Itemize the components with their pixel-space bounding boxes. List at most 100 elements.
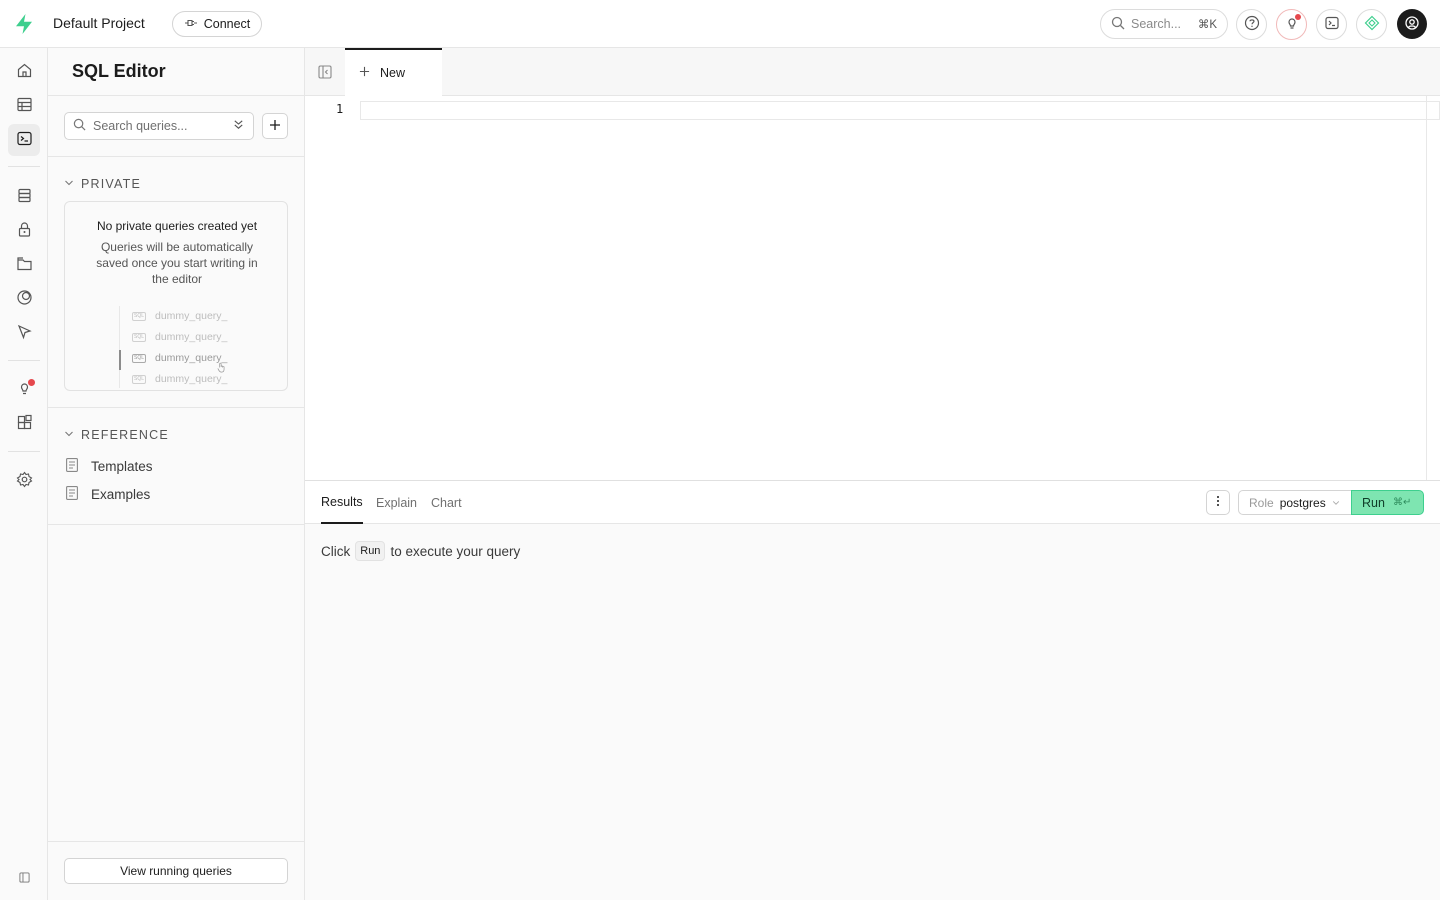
- reference-item-templates[interactable]: Templates: [66, 458, 153, 475]
- hand-cursor-icon: [216, 361, 227, 376]
- supabase-logo-icon[interactable]: [14, 13, 34, 35]
- user-avatar[interactable]: [1397, 9, 1427, 39]
- sql-terminal-button[interactable]: [1316, 9, 1347, 40]
- sidebar-divider: [48, 524, 304, 525]
- role-label: Role: [1249, 495, 1274, 510]
- reference-item-examples[interactable]: Examples: [66, 486, 150, 503]
- plus-icon: [269, 119, 281, 134]
- global-search[interactable]: Search... ⌘K: [1100, 9, 1228, 39]
- home-icon: [16, 62, 33, 82]
- list-item: SQL dummy_query_: [132, 310, 228, 322]
- sidebar-divider: [48, 841, 304, 842]
- editor-tab-bar: New: [305, 48, 1440, 96]
- tab-chart[interactable]: Chart: [431, 481, 462, 524]
- tab-results[interactable]: Results: [321, 481, 363, 524]
- chevron-down-icon: [64, 177, 74, 191]
- nav-database[interactable]: [8, 181, 40, 213]
- add-query-button[interactable]: [262, 113, 288, 139]
- sidebar-title: SQL Editor: [72, 61, 166, 81]
- current-line-highlight[interactable]: [360, 101, 1440, 120]
- chevron-down-icon: [64, 428, 74, 442]
- private-section-label: PRIVATE: [81, 177, 142, 191]
- nav-authentication[interactable]: [8, 215, 40, 247]
- nav-settings[interactable]: [8, 465, 40, 497]
- plug-icon: [184, 16, 198, 33]
- sql-file-icon: SQL: [132, 353, 146, 363]
- chevron-down-icon: [1332, 496, 1340, 510]
- plus-icon: [359, 66, 370, 80]
- role-select[interactable]: Role postgres: [1238, 490, 1352, 515]
- user-icon: [1404, 15, 1420, 34]
- top-bar: Default Project Connect Search... ⌘K: [0, 0, 1440, 48]
- sidebar-divider: [48, 407, 304, 408]
- sql-code-editor[interactable]: 1: [305, 96, 1440, 480]
- results-toolbar: Results Explain Chart Role postgres Run …: [305, 480, 1440, 524]
- assistant-button[interactable]: [1356, 9, 1387, 40]
- run-hint: Click Run to execute your query: [321, 541, 520, 561]
- editor-scrollbar[interactable]: [1426, 96, 1427, 480]
- tab-explain[interactable]: Explain: [376, 481, 417, 524]
- private-section-toggle[interactable]: PRIVATE: [64, 177, 141, 191]
- integrations-icon: [16, 414, 33, 434]
- nav-collapse-toggle[interactable]: [8, 863, 40, 895]
- run-label: Run: [1362, 495, 1385, 510]
- toggle-sidebar-icon[interactable]: [317, 64, 333, 80]
- search-placeholder: Search...: [1131, 17, 1182, 31]
- tab-new[interactable]: New: [345, 48, 442, 96]
- nav-storage[interactable]: [8, 249, 40, 281]
- storage-icon: [16, 255, 33, 275]
- dummy-selection-bar: [119, 350, 121, 370]
- search-icon: [73, 118, 86, 134]
- results-panel: Click Run to execute your query: [305, 524, 1440, 900]
- sql-file-icon: SQL: [132, 311, 146, 321]
- nav-advisors[interactable]: [8, 374, 40, 406]
- project-name[interactable]: Default Project: [53, 15, 145, 31]
- help-button[interactable]: [1236, 9, 1267, 40]
- role-value: postgres: [1279, 495, 1326, 510]
- nav-edge-functions[interactable]: [8, 317, 40, 349]
- search-shortcut: ⌘K: [1197, 19, 1217, 31]
- list-item: SQL dummy_query_: [132, 352, 228, 364]
- settings-icon: [16, 471, 33, 491]
- view-running-queries-button[interactable]: View running queries: [64, 858, 288, 884]
- nav-realtime[interactable]: [8, 283, 40, 315]
- sql-editor-icon: [16, 130, 33, 150]
- list-item: SQL dummy_query_: [132, 331, 228, 343]
- feature-preview-button[interactable]: [1276, 9, 1307, 40]
- list-item: SQL dummy_query_: [132, 373, 228, 385]
- sort-chevrons-icon[interactable]: [232, 118, 245, 134]
- nav-divider: [8, 360, 40, 361]
- nav-table-editor[interactable]: [8, 90, 40, 122]
- more-options-button[interactable]: [1206, 490, 1230, 515]
- run-shortcut: ⌘↵: [1392, 497, 1412, 508]
- nav-home[interactable]: [8, 56, 40, 88]
- query-search-row: Search queries...: [64, 112, 288, 140]
- empty-description: Queries will be automatically saved once…: [96, 240, 258, 286]
- reference-section-label: REFERENCE: [81, 428, 169, 442]
- search-queries-input[interactable]: Search queries...: [64, 112, 254, 140]
- table-editor-icon: [16, 96, 33, 116]
- connect-button[interactable]: Connect: [172, 11, 262, 37]
- hint-prefix: Click: [321, 543, 351, 559]
- sql-file-icon: SQL: [132, 374, 146, 384]
- sql-file-icon: SQL: [132, 332, 146, 342]
- dummy-query-list: SQL dummy_query_ SQL dummy_query_ SQL du…: [119, 306, 239, 388]
- sidebar-divider: [48, 156, 304, 157]
- help-icon: [1244, 15, 1260, 34]
- reference-item-label: Examples: [91, 487, 151, 502]
- auth-lock-icon: [16, 221, 33, 241]
- line-number: 1: [336, 102, 344, 116]
- empty-title: No private queries created yet: [96, 219, 258, 233]
- ai-assistant-icon: [1364, 15, 1380, 34]
- reference-section-toggle[interactable]: REFERENCE: [64, 428, 169, 442]
- sidebar-header: SQL Editor: [48, 48, 304, 96]
- document-icon: [66, 486, 78, 503]
- hint-suffix: to execute your query: [390, 543, 521, 559]
- database-icon: [16, 187, 33, 207]
- run-button[interactable]: Run ⌘↵: [1351, 490, 1424, 515]
- sql-sidebar: SQL Editor Search queries... PRIVATE No …: [48, 48, 305, 900]
- edge-functions-icon: [16, 323, 33, 343]
- nav-sql-editor[interactable]: [8, 124, 40, 156]
- terminal-icon: [1324, 15, 1340, 34]
- nav-integrations[interactable]: [8, 408, 40, 440]
